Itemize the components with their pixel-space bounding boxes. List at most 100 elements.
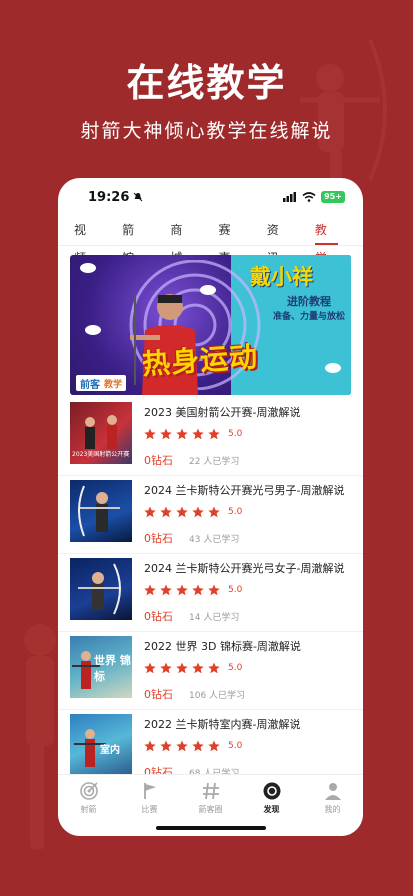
status-indicators: 95+	[283, 191, 345, 203]
phone-screen: 19:26 95+ 视频 箭馆 商城 赛事 资讯 教学	[58, 178, 363, 836]
banner-tag-level: 进阶教程	[287, 295, 331, 308]
rating-value: 5.0	[228, 663, 243, 673]
wifi-icon	[302, 192, 316, 202]
rating-value: 5.0	[228, 585, 243, 595]
course-title: 2023 美国射箭公开赛-周澈解说	[144, 406, 301, 419]
star-icon	[176, 662, 188, 674]
rating-value: 5.0	[228, 429, 243, 439]
star-icon	[192, 662, 204, 674]
learner-count: 43 人已学习	[189, 535, 240, 545]
nav-label: 我的	[324, 805, 341, 814]
cloud-decoration	[85, 325, 101, 335]
star-icon	[176, 506, 188, 518]
course-thumbnail	[70, 558, 132, 620]
tab-events[interactable]: 赛事	[219, 216, 242, 265]
archer-photo	[78, 563, 121, 615]
banner-headline: 热身运动	[141, 339, 260, 382]
star-icon	[144, 662, 156, 674]
star-icon	[160, 584, 172, 596]
cloud-decoration	[80, 263, 96, 273]
banner-logo: 前客 教学	[76, 375, 127, 391]
rating-stars: 5.0	[144, 428, 242, 440]
star-icon	[160, 428, 172, 440]
home-indicator	[156, 826, 266, 830]
star-icon	[192, 428, 204, 440]
star-icon	[176, 584, 188, 596]
star-icon	[144, 506, 156, 518]
star-icon	[192, 506, 204, 518]
star-icon	[160, 740, 172, 752]
nav-archery[interactable]: 射箭	[64, 781, 114, 836]
star-icon	[208, 506, 220, 518]
star-icon	[192, 584, 204, 596]
nav-profile[interactable]: 我的	[308, 781, 358, 836]
star-icon	[160, 662, 172, 674]
battery-indicator: 95+	[321, 191, 345, 203]
rating-stars: 5.0	[144, 740, 242, 752]
rating-value: 5.0	[228, 507, 243, 517]
nav-label: 发现	[263, 805, 280, 814]
tab-news[interactable]: 资讯	[267, 216, 290, 265]
learner-count: 22 人已学习	[189, 457, 240, 467]
status-time: 19:26	[88, 189, 130, 205]
course-title: 2022 世界 3D 锦标赛-周澈解说	[144, 640, 301, 653]
banner-instructor-name: 戴小祥	[250, 265, 313, 289]
course-list: 2023美国射箭公开赛 2023 美国射箭公开赛-周澈解说 5.0 0钻石 22…	[58, 398, 363, 788]
tab-teaching[interactable]: 教学	[314, 216, 339, 265]
archer-photo	[78, 485, 120, 537]
learner-count: 106 人已学习	[189, 691, 246, 701]
star-icon	[160, 506, 172, 518]
nav-label: 比赛	[141, 805, 158, 814]
star-icon	[192, 740, 204, 752]
course-thumbnail: 世界 锦标	[70, 636, 132, 698]
rating-stars: 5.0	[144, 506, 242, 518]
banner-logo-category: 教学	[104, 379, 123, 390]
banner-tag-topics: 准备、力量与放松	[272, 312, 345, 322]
signal-icon	[283, 192, 297, 202]
thumb-caption: 世界 锦标	[94, 654, 131, 683]
tab-mall[interactable]: 商城	[170, 216, 193, 265]
promo-banner[interactable]: 戴小祥 进阶教程 准备、力量与放松 热身运动 前客 教学	[70, 255, 351, 395]
course-price: 0钻石	[144, 610, 173, 623]
course-price: 0钻石	[144, 454, 173, 467]
course-thumbnail	[70, 480, 132, 542]
course-title: 2022 兰卡斯特室内赛-周澈解说	[144, 718, 301, 731]
bell-muted-icon	[134, 192, 143, 202]
flag-icon	[143, 783, 156, 799]
rating-stars: 5.0	[144, 584, 242, 596]
star-icon	[208, 428, 220, 440]
course-item[interactable]: 2024 兰卡斯特公开赛光弓女子-周澈解说 5.0 0钻石 14 人已学习	[58, 554, 363, 632]
course-price: 0钻石	[144, 532, 173, 545]
banner-logo-brand: 前客	[80, 379, 100, 391]
promo-title: 在线教学	[126, 61, 287, 105]
discover-icon	[263, 782, 280, 800]
star-icon	[144, 428, 156, 440]
hash-icon	[202, 782, 219, 800]
tab-archery-hall[interactable]: 箭馆	[122, 216, 145, 265]
rating-value: 5.0	[228, 741, 243, 751]
tab-video[interactable]: 视频	[74, 216, 97, 265]
status-bar: 19:26 95+	[58, 178, 363, 216]
category-tabs: 视频 箭馆 商城 赛事 资讯 教学	[58, 216, 363, 265]
star-icon	[208, 584, 220, 596]
cloud-decoration	[325, 363, 341, 373]
star-icon	[144, 740, 156, 752]
star-icon	[144, 584, 156, 596]
thumb-caption: 室内	[100, 745, 120, 756]
rating-stars: 5.0	[144, 662, 242, 674]
course-title: 2024 兰卡斯特公开赛光弓女子-周澈解说	[144, 562, 345, 575]
course-price: 0钻石	[144, 688, 173, 701]
target-icon	[79, 782, 98, 800]
learner-count: 14 人已学习	[189, 613, 240, 623]
course-thumbnail: 室内	[70, 714, 132, 776]
course-item[interactable]: 2023美国射箭公开赛 2023 美国射箭公开赛-周澈解说 5.0 0钻石 22…	[58, 398, 363, 476]
course-item[interactable]: 世界 锦标 2022 世界 3D 锦标赛-周澈解说 5.0 0钻石 106 人已…	[58, 632, 363, 710]
nav-label: 射箭	[80, 805, 97, 814]
star-icon	[208, 740, 220, 752]
course-item[interactable]: 2024 兰卡斯特公开赛光弓男子-周澈解说 5.0 0钻石 43 人已学习	[58, 476, 363, 554]
thumb-caption: 2023美国射箭公开赛	[72, 451, 130, 458]
promo-subtitle: 射箭大神倾心教学在线解说	[80, 120, 333, 142]
star-icon	[176, 428, 188, 440]
cloud-decoration	[200, 285, 216, 295]
star-icon	[208, 662, 220, 674]
